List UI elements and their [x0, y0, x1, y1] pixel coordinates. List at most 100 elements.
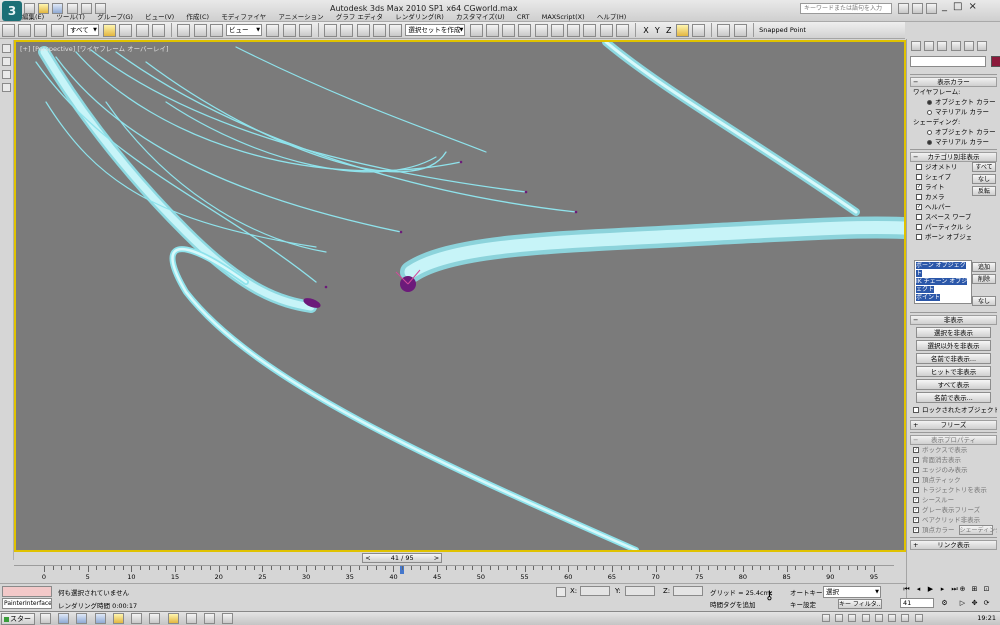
hide-unselected-button[interactable]: 選択以外を非表示	[916, 340, 991, 351]
display-prop-checkbox[interactable]: ✓ シースルー	[910, 495, 997, 505]
category-spacewarps-checkbox[interactable]: スペース ワープ	[913, 212, 971, 222]
menu-graph-editors[interactable]: グラフ エディタ	[336, 11, 383, 21]
perspective-viewport[interactable]: [+] [Perspective] [ワイヤフレーム オーバーレイ]	[14, 40, 906, 552]
menu-rendering[interactable]: レンダリング(R)	[395, 11, 444, 21]
motion-tab-icon[interactable]	[950, 41, 961, 51]
reference-coordinate-dropdown[interactable]: ビュー	[226, 24, 263, 36]
coord-y-field[interactable]	[625, 586, 655, 596]
quick-render-icon[interactable]	[615, 23, 629, 37]
selection-filter-dropdown[interactable]: すべて	[66, 24, 99, 36]
bind-space-warp-icon[interactable]	[50, 23, 64, 37]
tray-icon[interactable]	[822, 614, 830, 622]
category-lights-checkbox[interactable]: ✓ ライト	[913, 182, 971, 192]
quick-launch-icon[interactable]	[167, 613, 179, 624]
bone-object-list[interactable]: ボーン オブジェクト IK チェーン オブジェクト ポイント	[914, 260, 972, 304]
spinner-snap-icon[interactable]	[372, 23, 386, 37]
shaded-material-color-radio[interactable]: マテリアル カラー	[910, 137, 997, 147]
start-button[interactable]: スタート	[1, 613, 35, 625]
maxscript-listener[interactable]	[2, 586, 52, 597]
percent-snap-icon[interactable]	[356, 23, 370, 37]
axis-z-button[interactable]: Z	[666, 26, 671, 35]
tray-icon[interactable]	[874, 614, 883, 622]
rollout-header[interactable]: + フリーズ	[910, 420, 997, 430]
edit-named-selection-icon[interactable]	[389, 23, 403, 37]
hide-selected-button[interactable]: 選択を非表示	[916, 327, 991, 338]
app-logo[interactable]: 3	[2, 1, 22, 21]
next-frame-icon[interactable]: ▸	[938, 585, 947, 594]
mirror-icon[interactable]	[469, 23, 483, 37]
object-color-swatch[interactable]	[991, 56, 1000, 67]
display-tab-icon[interactable]	[963, 41, 974, 51]
quick-launch-icon[interactable]	[131, 613, 143, 624]
add-time-tag[interactable]: 時間タグを追加	[710, 599, 756, 609]
axis-constraint-icon[interactable]	[675, 23, 689, 37]
quick-launch-icon[interactable]	[204, 613, 216, 624]
select-icon[interactable]	[2, 44, 11, 53]
axis-y-button[interactable]: Y	[655, 26, 660, 35]
search-input[interactable]: キーワードまたは語句を入力	[800, 3, 892, 14]
extra-tool-icon[interactable]	[717, 23, 731, 37]
display-prop-checkbox[interactable]: ✓ 頂点ティック	[910, 475, 997, 485]
fov-icon[interactable]: ▷	[958, 599, 967, 608]
render-setup-icon[interactable]	[583, 23, 597, 37]
tray-icon[interactable]	[901, 614, 910, 622]
display-prop-checkbox[interactable]: ✓ エッジのみ表示	[910, 465, 997, 475]
quick-launch-icon[interactable]	[76, 613, 88, 624]
quick-launch-icon[interactable]	[149, 613, 161, 624]
rollout-header[interactable]: − 表示プロパティ	[910, 435, 997, 445]
rollout-header[interactable]: − 表示カラー	[910, 77, 997, 87]
modify-tab-icon[interactable]	[924, 41, 935, 51]
unhide-all-button[interactable]: すべて表示	[916, 379, 991, 390]
menu-animation[interactable]: アニメーション	[278, 11, 323, 21]
unlink-icon[interactable]	[34, 23, 48, 37]
category-shapes-checkbox[interactable]: シェイプ	[913, 172, 971, 182]
time-slider[interactable]: <41 / 95 >	[362, 553, 443, 563]
none-button[interactable]: なし	[972, 174, 996, 184]
hide-frozen-checkbox[interactable]: ロックされたオブジェクトを非	[910, 405, 997, 415]
menu-customize[interactable]: カスタマイズ(U)	[456, 11, 505, 21]
selection-set-dropdown[interactable]: 選択	[823, 586, 881, 598]
menu-group[interactable]: グループ(G)	[97, 11, 133, 21]
coord-x-field[interactable]	[580, 586, 610, 596]
lock-icon[interactable]	[556, 587, 566, 597]
menu-tools[interactable]: ツール(T)	[56, 11, 85, 21]
zoom-icon[interactable]: ⊕	[958, 585, 967, 594]
close-button[interactable]: ×	[968, 1, 982, 12]
hide-by-name-button[interactable]: 名前で非表示...	[916, 353, 991, 364]
go-to-start-icon[interactable]: ⏮	[902, 585, 911, 594]
help-icon[interactable]	[926, 3, 938, 14]
current-frame-field[interactable]: 41	[900, 598, 934, 608]
auto-key-button[interactable]: オートキー	[790, 587, 823, 597]
rotate-icon[interactable]	[193, 23, 207, 37]
menu-maxscript[interactable]: MAXScript(X)	[542, 13, 585, 21]
time-config-icon[interactable]: ⚙	[940, 599, 949, 608]
window-crossing-icon[interactable]	[151, 23, 165, 37]
viewport-label[interactable]: [+] [Perspective] [ワイヤフレーム オーバーレイ]	[20, 43, 169, 53]
invert-button[interactable]: 反転	[972, 186, 996, 196]
schematic-view-icon[interactable]	[550, 23, 564, 37]
orbit-icon[interactable]: ⟳	[982, 599, 991, 608]
track-bar[interactable]: 0 5 10 15 20 25 30 35 40 45 50 55 60 65 70 75 80 85 90 95	[14, 565, 894, 583]
zoom-all-icon[interactable]: ⊞	[970, 585, 979, 594]
shaded-object-color-radio[interactable]: オブジェクト カラー	[910, 127, 997, 137]
menu-crt[interactable]: CRT	[517, 13, 530, 21]
plus-icon[interactable]	[2, 70, 11, 79]
quick-launch-icon[interactable]	[222, 613, 234, 624]
maximize-button[interactable]: □	[953, 1, 968, 12]
paint-icon[interactable]	[2, 57, 11, 66]
category-geometry-checkbox[interactable]: ジオメトリ	[913, 162, 971, 172]
category-particles-checkbox[interactable]: パーティクル システム	[913, 222, 971, 232]
star-icon[interactable]	[912, 3, 924, 14]
region-select-icon[interactable]	[135, 23, 149, 37]
create-tab-icon[interactable]	[911, 41, 921, 51]
key-filters-button[interactable]: キー フィルタ...	[838, 599, 882, 609]
move-icon[interactable]	[177, 23, 191, 37]
display-prop-checkbox[interactable]: ✓ グレー表示フリーズ	[910, 505, 997, 515]
display-prop-checkbox[interactable]: ✓ ボックスで表示	[910, 445, 997, 455]
material-editor-icon[interactable]	[567, 23, 581, 37]
binoculars-icon[interactable]	[898, 3, 909, 14]
align-icon[interactable]	[485, 23, 499, 37]
axis-plane-icon[interactable]	[692, 23, 705, 37]
menu-modifiers[interactable]: モディファイヤ	[221, 11, 266, 21]
unhide-by-name-button[interactable]: 名前で表示...	[916, 392, 991, 403]
